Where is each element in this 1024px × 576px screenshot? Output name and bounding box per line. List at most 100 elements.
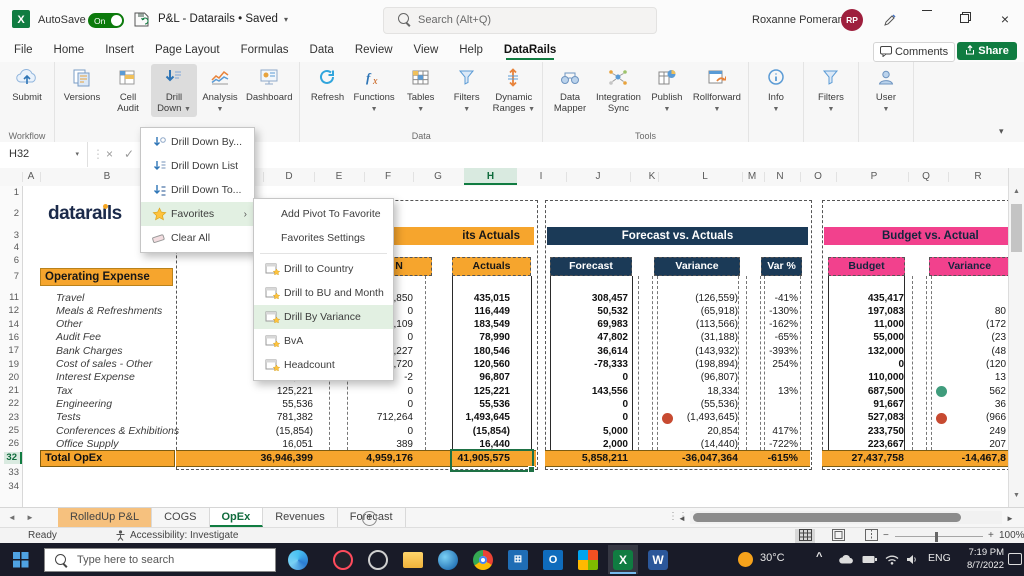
taskbar-icon-word[interactable]: W <box>643 545 673 574</box>
menu-view[interactable]: View <box>414 40 439 61</box>
cell-R17[interactable]: (48 <box>938 345 1006 358</box>
total-N32[interactable]: -615% <box>752 450 798 467</box>
cell-F21[interactable]: 0 <box>350 385 413 398</box>
col-header-budget-budget[interactable]: Budget <box>828 257 905 276</box>
temperature[interactable]: 30°C <box>760 552 785 576</box>
column-header-H[interactable]: H <box>464 168 517 185</box>
taskbar-search-input[interactable]: Type here to search <box>44 548 276 572</box>
cell-H21[interactable]: 125,221 <box>448 385 510 398</box>
cell-R14[interactable]: (172 <box>938 318 1006 331</box>
taskbar-icon-folder[interactable] <box>398 545 428 574</box>
cell-P17[interactable]: 132,000 <box>828 345 904 358</box>
comments-button[interactable]: Comments <box>873 42 955 62</box>
menu-item-headcount[interactable]: Headcount <box>254 353 393 377</box>
cell-P19[interactable]: 0 <box>828 358 904 371</box>
row-header-23[interactable]: 23 <box>1 412 19 424</box>
active-cell-selection[interactable] <box>450 449 535 473</box>
menu-insert[interactable]: Insert <box>105 40 134 61</box>
menu-item-bva[interactable]: BvA <box>254 329 393 353</box>
column-header-O[interactable]: O <box>805 168 831 185</box>
taskbar-icon-edge[interactable] <box>433 545 463 574</box>
col-header-var--forecast[interactable]: Var % <box>761 257 802 276</box>
taskbar-icon-chrome[interactable] <box>468 545 498 574</box>
zoom-in-icon[interactable]: + <box>988 530 994 541</box>
row-header-6[interactable]: 6 <box>1 255 19 267</box>
submit-button[interactable]: Submit <box>4 64 50 106</box>
taskbar-icon-opera[interactable] <box>328 545 358 574</box>
taskbar-icon-outlook[interactable]: O <box>538 545 568 574</box>
row-label-office-supply[interactable]: Office Supply <box>56 438 246 451</box>
total-R32[interactable]: -14,467,8 <box>938 450 1006 467</box>
total-J32[interactable]: 5,858,211 <box>558 450 628 467</box>
cell-J14[interactable]: 69,983 <box>558 318 628 331</box>
cell-J25[interactable]: 5,000 <box>558 425 628 438</box>
menu-review[interactable]: Review <box>355 40 393 61</box>
column-header-F[interactable]: F <box>375 168 401 185</box>
cell-F25[interactable]: 0 <box>350 425 413 438</box>
normal-view-icon[interactable] <box>795 529 815 543</box>
search-input[interactable]: Search (Alt+Q) <box>383 7 657 34</box>
menu-item-drill-to-country[interactable]: Drill to Country <box>254 257 393 281</box>
cell-P25[interactable]: 233,750 <box>828 425 904 438</box>
filters-button[interactable]: Filters ▼ <box>808 64 854 117</box>
row-header-7[interactable]: 7 <box>1 271 19 283</box>
cell-H19[interactable]: 120,560 <box>448 358 510 371</box>
row-header-3[interactable]: 3 <box>1 230 19 242</box>
column-header-K[interactable]: K <box>639 168 665 185</box>
row-header-33[interactable]: 33 <box>1 467 19 479</box>
filters-button[interactable]: Filters ▼ <box>444 64 490 117</box>
cell-L22[interactable]: (55,536) <box>658 398 738 411</box>
cell-R23[interactable]: (966 <box>938 411 1006 424</box>
cell-H25[interactable]: (15,854) <box>448 425 510 438</box>
restore-button[interactable] <box>953 12 977 28</box>
menu-item-drill-down-list[interactable]: Drill Down List <box>141 154 254 178</box>
hscroll-left-icon[interactable]: ◄ <box>678 514 686 523</box>
column-header-D[interactable]: D <box>276 168 302 185</box>
versions-button[interactable]: Versions <box>59 64 105 106</box>
cell-H16[interactable]: 78,990 <box>448 331 510 344</box>
row-header-16[interactable]: 16 <box>1 332 19 344</box>
cell-P12[interactable]: 197,083 <box>828 305 904 318</box>
menu-file[interactable]: File <box>14 40 33 61</box>
total-L32[interactable]: -36,047,364 <box>658 450 738 467</box>
zoom-out-icon[interactable]: − <box>883 530 889 541</box>
cell-R19[interactable]: (120 <box>938 358 1006 371</box>
zoom-level[interactable]: 100% <box>999 530 1024 541</box>
cell-L17[interactable]: (143,932) <box>658 345 738 358</box>
cell-D21[interactable]: 125,221 <box>250 385 313 398</box>
cell-R22[interactable]: 36 <box>938 398 1006 411</box>
opex-header-cell[interactable]: Operating Expense <box>40 268 173 286</box>
row-header-12[interactable]: 12 <box>1 305 19 317</box>
column-header-Q[interactable]: Q <box>913 168 939 185</box>
menu-item-favorites-settings[interactable]: Favorites Settings <box>254 226 393 250</box>
cell-P16[interactable]: 55,000 <box>828 331 904 344</box>
cell-F22[interactable]: 0 <box>350 398 413 411</box>
ink-editor-icon[interactable] <box>882 13 897 31</box>
accessibility-status[interactable]: Accessibility: Investigate <box>130 530 238 541</box>
clock[interactable]: 7:19 PM 8/7/2022 <box>952 546 1004 572</box>
row-header-32[interactable]: 32 <box>4 452 22 464</box>
cell-N11[interactable]: -41% <box>752 292 798 305</box>
cell-P20[interactable]: 110,000 <box>828 371 904 384</box>
onedrive-icon[interactable] <box>838 554 854 576</box>
column-header-R[interactable]: R <box>965 168 991 185</box>
row-header-4[interactable]: 4 <box>1 242 19 254</box>
cell-N17[interactable]: -393% <box>752 345 798 358</box>
cell-D22[interactable]: 55,536 <box>250 398 313 411</box>
cell-J17[interactable]: 36,614 <box>558 345 628 358</box>
page-break-view-icon[interactable] <box>861 529 881 543</box>
col-header-variance-forecast[interactable]: Variance <box>654 257 740 276</box>
zoom-slider-thumb[interactable] <box>935 531 938 542</box>
menu-data[interactable]: Data <box>310 40 334 61</box>
cell-R25[interactable]: 249 <box>938 425 1006 438</box>
row-label-interest-expense[interactable]: Interest Expense <box>56 371 246 384</box>
taskbar-icon-cortana[interactable] <box>283 545 313 574</box>
row-header-1[interactable]: 1 <box>1 187 19 199</box>
banner-forecast[interactable]: Forecast vs. Actuals <box>547 227 808 245</box>
column-header-N[interactable]: N <box>767 168 793 185</box>
cell-J22[interactable]: 0 <box>558 398 628 411</box>
column-header-B[interactable]: B <box>94 168 120 185</box>
row-label-engineering[interactable]: Engineering <box>56 398 246 411</box>
cell-L16[interactable]: (31,188) <box>658 331 738 344</box>
row-header-2[interactable]: 2 <box>1 208 19 220</box>
